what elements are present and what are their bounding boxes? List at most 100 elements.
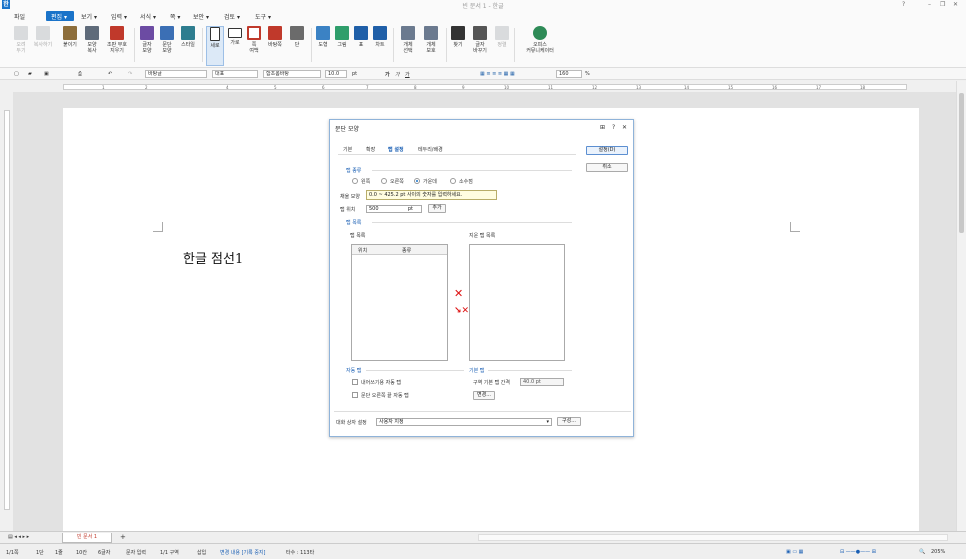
tab-position-input[interactable]: 500 pt [366,205,422,213]
italic-button[interactable]: 가 [395,71,400,78]
picture-button[interactable]: 그림 [333,26,351,66]
chart-button[interactable]: 차트 [371,26,389,66]
menu-tools[interactable]: 도구 ▾ [255,12,271,21]
line-spacing-input[interactable]: 160 [556,70,582,78]
radio-center[interactable] [414,178,420,184]
hanging-indent-auto-tab-checkbox[interactable] [352,379,358,385]
vertical-ruler[interactable] [0,92,13,531]
paste-button[interactable]: 붙이기 [59,26,81,66]
tab-nav-icon[interactable]: ▤ ◂ ◂ ▸ ▸ [8,534,29,540]
dialog-expand-icon[interactable]: ⊞ [600,124,605,131]
view-mode-icons[interactable]: ▣ ▭ ▦ [786,549,803,555]
portrait-button[interactable]: 세로 [206,26,224,66]
align-justify-icon[interactable]: ▦ ≡ ≡ ≡ ▦ ▦ [480,71,515,77]
char-shape-button[interactable]: 글자 모양 [137,26,157,66]
column-position[interactable]: 위치 [358,247,367,254]
minimize-button[interactable]: – [928,1,931,8]
add-document-tab-button[interactable]: + [120,533,126,541]
delete-all-tabs-icon[interactable]: ↘✕ [454,306,469,317]
style-button[interactable]: 스타일 [177,26,199,66]
font-size-input[interactable]: 10.0 [325,70,347,78]
status-page[interactable]: 1/1쪽 [6,549,19,556]
print-icon[interactable]: ⎙ [78,71,82,77]
para-right-auto-tab-checkbox[interactable] [352,392,358,398]
help-button[interactable]: ? [902,1,905,8]
delete-tab-icon[interactable]: ✕ [454,288,463,299]
radio-decimal[interactable] [450,178,456,184]
language-select[interactable]: 대표 [212,70,258,78]
close-button[interactable]: ✕ [953,1,958,8]
tab-tab-settings[interactable]: 탭 설정 [388,146,404,153]
landscape-button[interactable]: 가로 [226,26,244,66]
zoom-slider[interactable]: ⊟ ——●—— ⊞ [840,549,876,555]
line-spacing-unit[interactable]: % [585,71,590,77]
dialog-help-icon[interactable]: ? [612,124,615,131]
menu-insert[interactable]: 입력 ▾ [111,12,127,21]
menu-file[interactable]: 파일 [14,12,25,21]
horizontal-scrollbar[interactable] [478,534,948,541]
copy-button[interactable]: 복사하기 [32,26,54,66]
tab-border-background[interactable]: 테두리/배경 [418,146,443,153]
status-insert-mode[interactable]: 삽입 [197,549,206,556]
menu-view[interactable]: 보기 ▾ [81,12,97,21]
document-tab[interactable]: 빈 문서 1 [62,533,112,543]
para-shape-button[interactable]: 문단 모양 [157,26,177,66]
open-icon[interactable]: ▰ [28,71,32,77]
column-kind[interactable]: 종류 [402,247,411,254]
maximize-button[interactable]: ❐ [940,1,945,8]
vertical-ruler-track[interactable] [4,110,10,510]
document-text[interactable]: 한글 점선1 [183,248,243,267]
menu-format[interactable]: 서식 ▾ [140,12,156,21]
zoom-level[interactable]: 205% [931,549,945,555]
tab-list-box[interactable]: 위치 종류 [351,244,448,361]
tab-extended[interactable]: 확장 [366,146,375,153]
font-select[interactable]: 함초롬바탕 [263,70,321,78]
menu-security[interactable]: 보안 ▾ [193,12,209,21]
radio-left[interactable] [352,178,358,184]
underline-button[interactable]: 가 [405,71,410,78]
undo-icon[interactable]: ↶ [108,71,112,77]
redo-icon[interactable]: ↷ [128,71,132,77]
configure-button[interactable]: 구성... [557,417,581,426]
radio-right[interactable] [381,178,387,184]
sort-button[interactable]: 정렬 [493,26,511,66]
cancel-button[interactable]: 취소 [586,163,628,172]
style-select[interactable]: 바탕글 [145,70,207,78]
object-protect-button[interactable]: 개체 보호 [420,26,442,66]
horizontal-ruler[interactable]: 1 2 4 5 6 7 8 9 10 11 12 13 14 15 16 17 … [0,81,966,92]
tab-basic[interactable]: 기본 [343,146,352,153]
master-page-button[interactable]: 바탕쪽 [264,26,286,66]
char-shape-icon [140,26,154,40]
dialog-settings-select[interactable]: 사용자 지정 ▾ [376,418,552,426]
new-doc-icon[interactable]: ▢ [14,71,19,77]
ribbon-divider [446,28,447,62]
table-button[interactable]: 표 [352,26,370,66]
menu-edit[interactable]: 편집 ▾ [51,12,67,21]
removed-tab-list-box[interactable] [469,244,565,361]
save-icon[interactable]: ▣ [44,71,49,77]
dialog-close-icon[interactable]: ✕ [622,124,627,131]
vertical-scrollbar[interactable] [956,81,966,531]
add-tab-button[interactable]: 추가 [428,204,446,213]
columns-button[interactable]: 단 [287,26,307,66]
change-button[interactable]: 변경... [473,391,495,400]
margin-button[interactable]: 쪽 여백 [245,26,263,66]
office-communicator-button[interactable]: 오피스 커뮤니케이터 [520,26,560,66]
font-size-unit[interactable]: pt [352,71,357,77]
menu-review[interactable]: 검토 ▾ [224,12,240,21]
find-button[interactable]: 찾기 [449,26,467,66]
bold-button[interactable]: 가 [385,71,390,78]
shape-button[interactable]: 도형 [314,26,332,66]
replace-button[interactable]: 글자 바꾸기 [468,26,492,66]
menu-page[interactable]: 쪽 ▾ [170,12,180,21]
ok-button[interactable]: 설정(D) [586,146,628,155]
object-select-button[interactable]: 개체 선택 [397,26,419,66]
erase-code-button[interactable]: 조판 부호 지우기 [103,26,131,66]
scroll-thumb[interactable] [959,93,964,233]
ruler-track[interactable]: 1 2 4 5 6 7 8 9 10 11 12 13 14 15 16 17 … [63,84,907,90]
cut-button[interactable]: 오려 두기 [10,26,32,66]
zoom-icon[interactable]: 🔍 [919,549,925,555]
status-track-changes[interactable]: 변경 내용 [기록 중지] [220,549,265,556]
ruler-number: 9 [462,85,465,90]
format-copy-button[interactable]: 모양 복사 [82,26,102,66]
